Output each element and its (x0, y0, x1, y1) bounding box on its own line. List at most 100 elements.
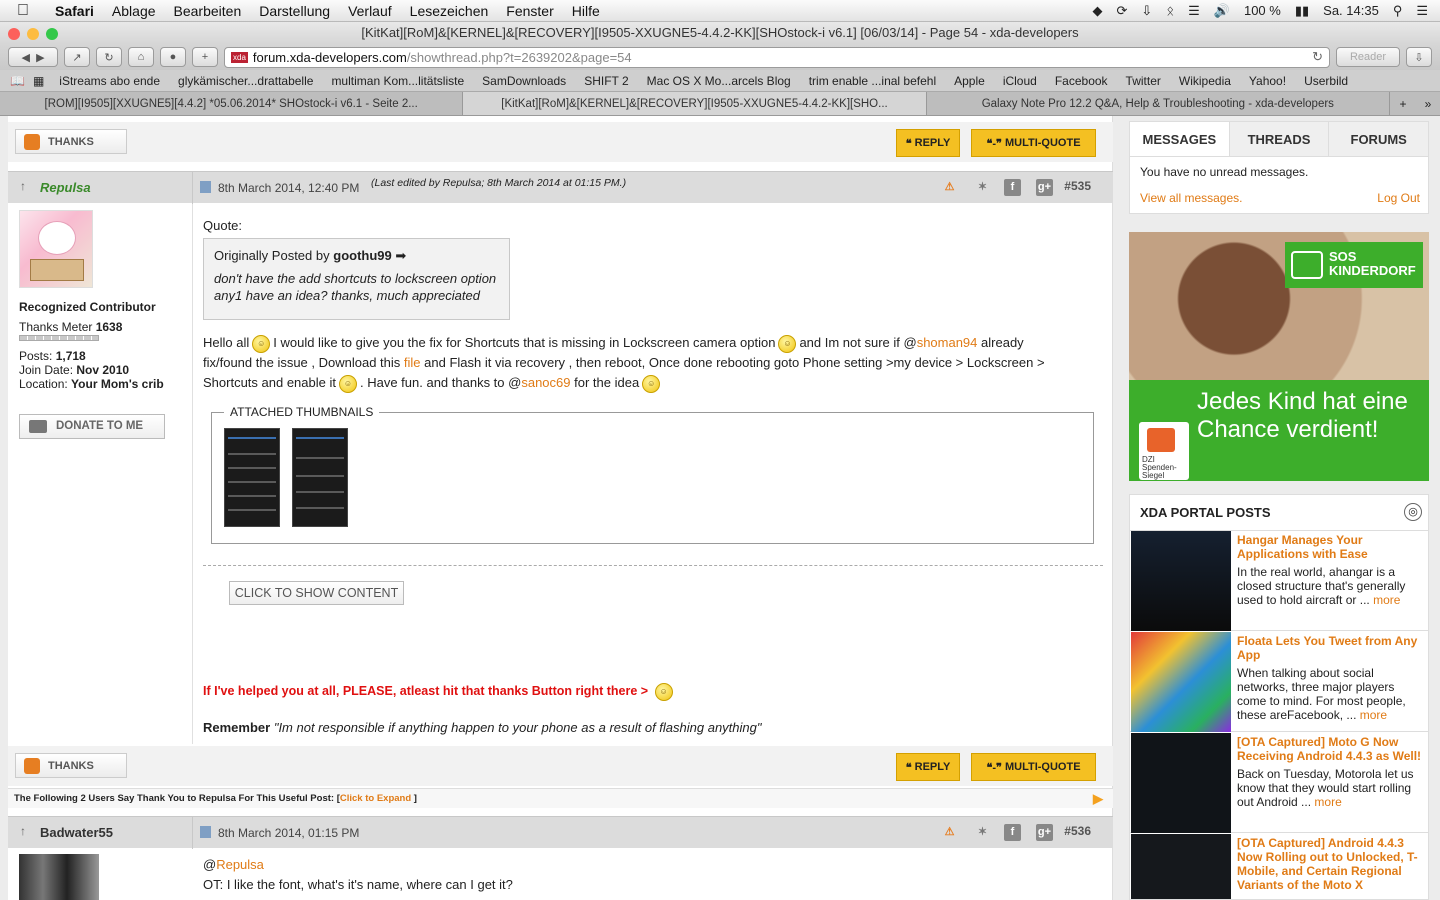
favorite-item[interactable]: Twitter (1117, 74, 1170, 88)
favorite-item[interactable]: Wikipedia (1170, 74, 1240, 88)
new-tab-button[interactable]: + (192, 47, 218, 67)
post-number[interactable]: #535 (1064, 179, 1091, 193)
wifi-icon[interactable]: ☰ (1188, 3, 1200, 19)
tab-messages[interactable]: MESSAGES (1130, 122, 1229, 156)
tab-kitkat-rom[interactable]: [KitKat][RoM]&[KERNEL]&[RECOVERY][I9505-… (463, 92, 927, 115)
share-button[interactable]: ↗ (64, 47, 90, 67)
user-avatar[interactable] (19, 210, 93, 288)
tab-shostock-seite2[interactable]: [ROM][I9505][XXUGNE5][4.4.2] *05.06.2014… (0, 92, 464, 115)
menu-safari[interactable]: Safari (46, 3, 103, 19)
more-link[interactable]: more (1314, 795, 1341, 809)
favorite-item[interactable]: Yahoo! (1240, 74, 1295, 88)
portal-thumbnail[interactable] (1131, 531, 1231, 631)
menu-hilfe[interactable]: Hilfe (563, 3, 609, 19)
logout-link[interactable]: Log Out (1377, 191, 1420, 205)
more-link[interactable]: more (1373, 593, 1400, 607)
notification-icon[interactable]: ☰ (1416, 3, 1428, 19)
portal-thumbnail[interactable] (1131, 632, 1231, 732)
googleplus-icon[interactable]: g+ (1036, 179, 1053, 196)
home-button[interactable]: ⌂ (128, 47, 154, 67)
sync-icon[interactable]: ⟳ (1117, 3, 1128, 19)
portal-item-title[interactable]: Hangar Manages Your Applications with Ea… (1237, 533, 1425, 561)
more-link[interactable]: more (1360, 708, 1387, 722)
facebook-icon[interactable]: f (1004, 824, 1021, 841)
downloads-button[interactable]: ⇩ (1406, 47, 1432, 67)
googleplus-icon[interactable]: g+ (1036, 824, 1053, 841)
view-all-messages-link[interactable]: View all messages. (1140, 191, 1243, 205)
thanks-button[interactable]: THANKS (15, 753, 127, 778)
zoom-window-button[interactable] (46, 28, 58, 40)
tab-threads[interactable]: THREADS (1228, 122, 1329, 156)
report-icon[interactable]: ⚠ (941, 179, 958, 196)
back-icon[interactable]: ◀ (21, 51, 29, 64)
favorite-item[interactable]: Userbild (1295, 74, 1357, 88)
forward-icon[interactable]: ▶ (36, 51, 44, 64)
menu-bearbeiten[interactable]: Bearbeiten (165, 3, 251, 19)
menu-fenster[interactable]: Fenster (497, 3, 562, 19)
minimize-window-button[interactable] (27, 28, 39, 40)
reply-button[interactable]: ❝ REPLY (896, 129, 960, 157)
facebook-icon[interactable]: f (1004, 179, 1021, 196)
bluetooth-icon[interactable]: ᛟ (1166, 3, 1174, 18)
thanks-button[interactable]: THANKS (15, 129, 127, 154)
spotlight-icon[interactable]: ⚲ (1393, 3, 1403, 19)
clock[interactable]: Sa. 14:35 (1323, 3, 1379, 18)
favorite-item[interactable]: SamDownloads (473, 74, 575, 88)
donate-button[interactable]: DONATE TO ME (19, 414, 165, 439)
favorite-item[interactable]: trim enable ...inal befehl (800, 74, 945, 88)
portal-item-title[interactable]: [OTA Captured] Moto G Now Receiving Andr… (1237, 735, 1425, 763)
thumbnail-image[interactable] (224, 428, 280, 527)
mention-link[interactable]: Repulsa (216, 857, 264, 872)
favorite-item[interactable]: SHIFT 2 (575, 74, 637, 88)
mention-link[interactable]: sanoc69 (521, 375, 570, 390)
tab-galaxy-note-pro[interactable]: Galaxy Note Pro 12.2 Q&A, Help & Trouble… (927, 92, 1390, 115)
favorite-item[interactable]: Facebook (1046, 74, 1117, 88)
apple-icon[interactable]:  (0, 2, 46, 20)
twitter-icon[interactable]: ✶ (974, 179, 991, 196)
topsites-grid-icon[interactable]: ▦ (33, 74, 44, 88)
battery-status[interactable]: 100 % (1244, 3, 1281, 18)
quote-author[interactable]: goothu99 (333, 248, 392, 263)
portal-item[interactable]: Hangar Manages Your Applications with Ea… (1130, 531, 1428, 631)
tab-forums[interactable]: FORUMS (1328, 122, 1429, 156)
topsites-button[interactable]: ● (160, 47, 186, 67)
mention-link[interactable]: shoman94 (917, 335, 978, 350)
post-username[interactable]: Badwater55 (40, 825, 113, 840)
favorite-item[interactable]: iStreams abo ende (50, 74, 169, 88)
multi-quote-button[interactable]: ❝-❞ MULTI-QUOTE (971, 129, 1096, 157)
bookmarks-icon[interactable]: 📖 (10, 74, 25, 88)
portal-item-title[interactable]: Floata Lets You Tweet from Any App (1237, 634, 1425, 662)
globe-icon[interactable]: ◎ (1404, 503, 1422, 521)
menu-verlauf[interactable]: Verlauf (339, 3, 401, 19)
expand-arrow-icon[interactable]: ▶ (1093, 789, 1103, 809)
view-post-icon[interactable]: ➡ (395, 248, 406, 263)
add-tab-icon[interactable]: + (1390, 92, 1416, 115)
twitter-icon[interactable]: ✶ (974, 824, 991, 841)
ad-banner[interactable]: SOS KINDERDORF DZI Spenden-Siegel Jedes … (1129, 232, 1429, 481)
reply-button[interactable]: ❝ REPLY (896, 753, 960, 781)
download-icon[interactable]: ⇩ (1141, 3, 1152, 19)
history-button[interactable]: ↻ (96, 47, 122, 67)
back-forward-button[interactable]: ◀ ▶ (8, 47, 58, 67)
file-link[interactable]: file (404, 355, 421, 370)
reader-button[interactable]: Reader (1336, 47, 1400, 67)
favorite-item[interactable]: iCloud (994, 74, 1046, 88)
favorite-item[interactable]: Mac OS X Mo...arcels Blog (638, 74, 800, 88)
portal-item-title[interactable]: [OTA Captured] Android 4.4.3 Now Rolling… (1237, 836, 1425, 892)
favorite-item[interactable]: glykämischer...drattabelle (169, 74, 322, 88)
favorite-item[interactable]: Apple (945, 74, 994, 88)
tab-overflow-icon[interactable]: » (1416, 92, 1440, 115)
favorite-item[interactable]: multiman Kom...litätsliste (322, 74, 473, 88)
dropbox-icon[interactable]: ◆ (1093, 3, 1103, 19)
menu-darstellung[interactable]: Darstellung (250, 3, 339, 19)
reload-icon[interactable]: ↻ (1312, 49, 1323, 65)
post-number[interactable]: #536 (1064, 824, 1091, 838)
volume-icon[interactable]: 🔊 (1214, 3, 1230, 19)
portal-item[interactable]: [OTA Captured] Android 4.4.3 Now Rolling… (1130, 834, 1428, 899)
close-window-button[interactable] (8, 28, 20, 40)
menu-lesezeichen[interactable]: Lesezeichen (401, 3, 498, 19)
portal-thumbnail[interactable] (1131, 733, 1231, 833)
thumbnail-image[interactable] (292, 428, 348, 527)
multi-quote-button[interactable]: ❝-❞ MULTI-QUOTE (971, 753, 1096, 781)
show-content-button[interactable]: CLICK TO SHOW CONTENT (229, 581, 404, 605)
